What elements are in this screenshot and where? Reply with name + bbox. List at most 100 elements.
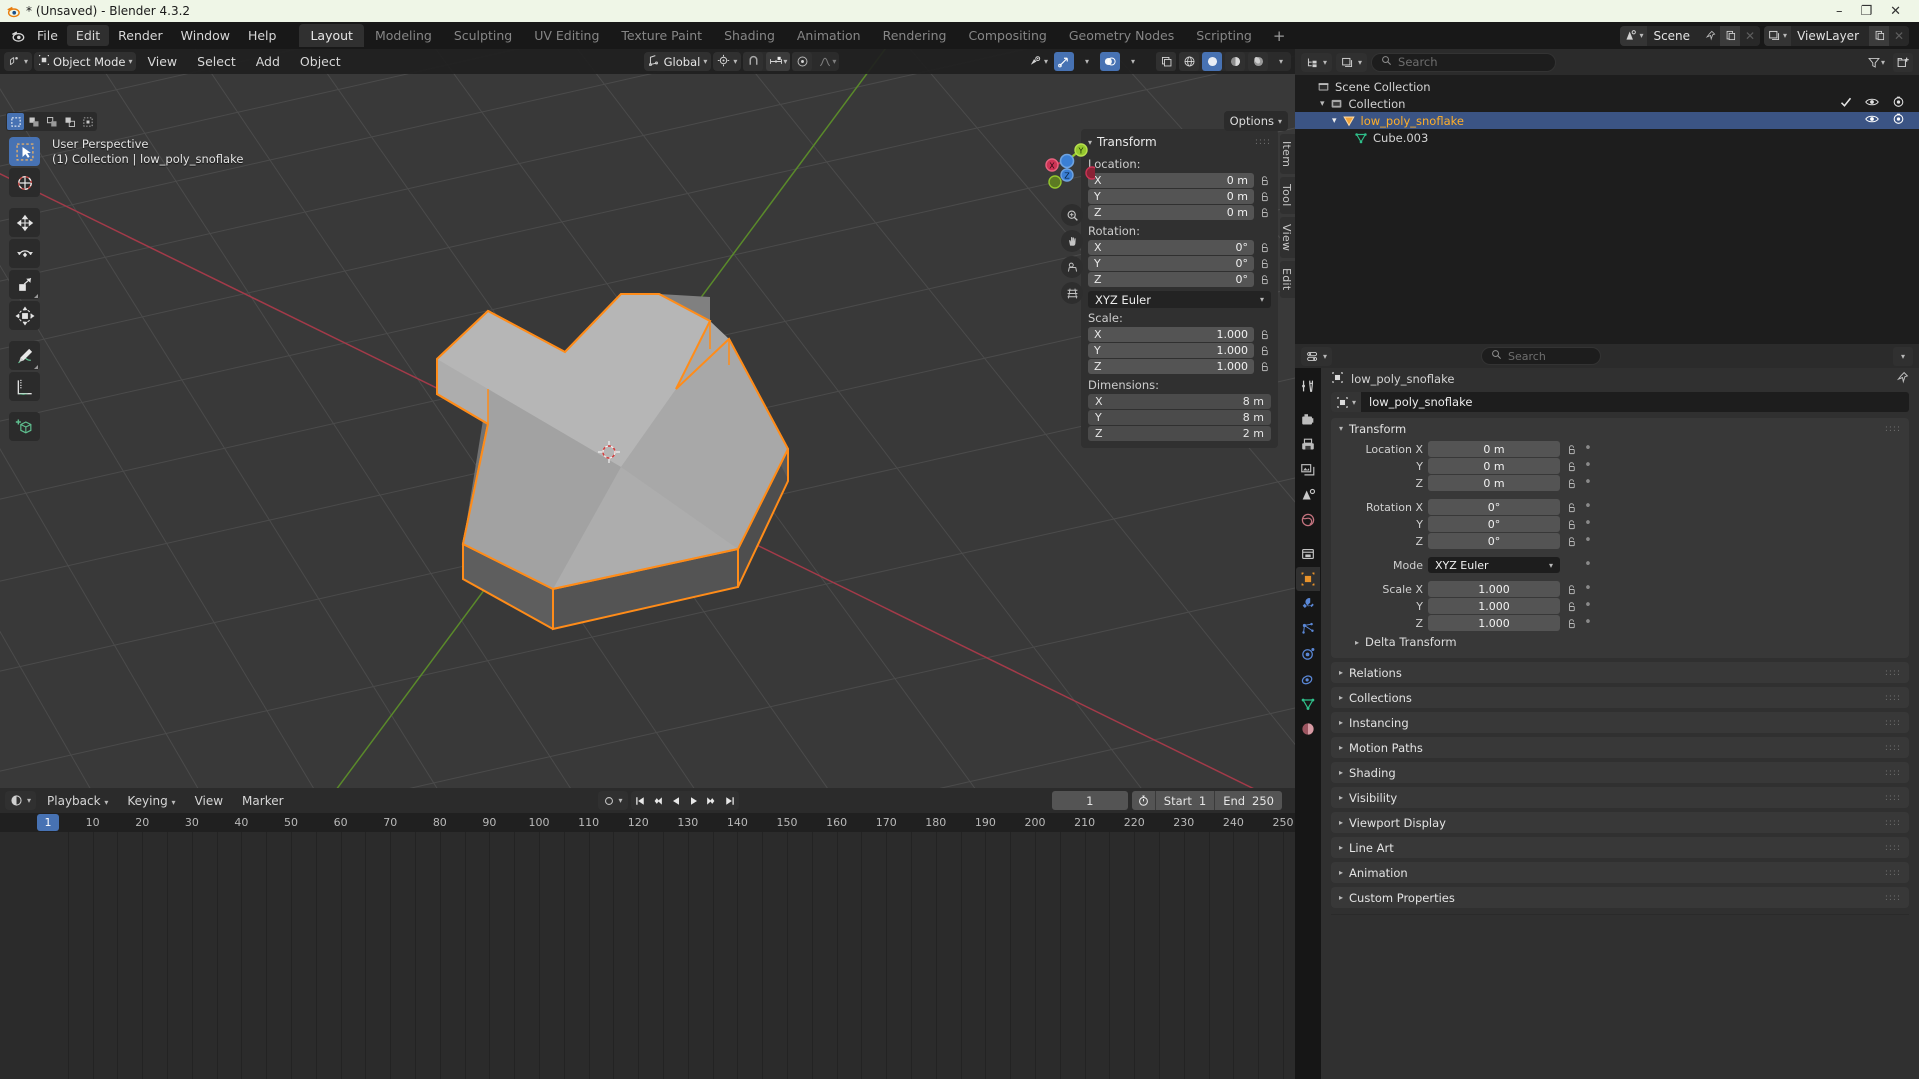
properties-search-input[interactable]: Search (1481, 347, 1601, 365)
lock-scale-z-icon[interactable] (1258, 360, 1271, 374)
camera-icon[interactable] (1892, 96, 1905, 111)
pan-hand-icon[interactable] (1061, 230, 1083, 252)
shading-solid-icon[interactable] (1202, 52, 1222, 71)
lock-icon[interactable] (1565, 444, 1578, 455)
tweak-tool[interactable] (9, 137, 40, 166)
lock-icon[interactable] (1565, 461, 1578, 472)
workspace-tab-scripting[interactable]: Scripting (1185, 24, 1263, 47)
rotation-z-field[interactable]: Z0° (1088, 272, 1254, 287)
lock-location-z-icon[interactable] (1258, 206, 1271, 220)
playhead-frame-badge[interactable]: 1 (37, 814, 59, 831)
workspace-tab-texture-paint[interactable]: Texture Paint (610, 24, 713, 47)
snap-increment-icon[interactable]: ▾ (766, 52, 790, 71)
stopwatch-icon[interactable] (1132, 791, 1155, 810)
prop-location-y-field[interactable]: 0 m (1428, 458, 1560, 474)
jump-end-icon[interactable] (721, 791, 739, 810)
properties-tab-output[interactable] (1296, 433, 1320, 457)
chevron-down-icon[interactable]: ▾ (1271, 52, 1291, 71)
drag-dots-icon[interactable]: :::: (1885, 768, 1901, 778)
transform-tool[interactable] (9, 301, 40, 330)
panel-custom-properties[interactable]: ▸ Custom Properties :::: (1331, 887, 1909, 908)
maximize-button[interactable]: ❐ (1860, 4, 1872, 19)
workspace-tab-geometry-nodes[interactable]: Geometry Nodes (1058, 24, 1185, 47)
timeline-body[interactable] (0, 832, 1295, 1079)
prop-rotation-mode-dropdown[interactable]: XYZ Euler▾ (1428, 557, 1560, 573)
menu-file[interactable]: File (28, 25, 67, 46)
rotation-mode-dropdown[interactable]: XYZ Euler ▾ (1088, 291, 1271, 308)
gizmo-icon[interactable] (1054, 52, 1074, 71)
lock-rotation-z-icon[interactable] (1258, 273, 1271, 287)
chevron-down-icon[interactable]: ▾ (1332, 116, 1337, 126)
properties-tab-particles[interactable] (1296, 617, 1320, 641)
lock-icon[interactable] (1565, 601, 1578, 612)
new-scene-icon[interactable] (1720, 26, 1740, 46)
mode-selector[interactable]: Object Mode ▾ (34, 52, 136, 71)
properties-tab-render[interactable] (1296, 408, 1320, 432)
properties-tab-scene[interactable] (1296, 483, 1320, 507)
drag-dots-icon[interactable]: :::: (1885, 868, 1901, 878)
smoothcurve-icon[interactable]: ▾ (815, 52, 839, 71)
select-mode-intersect-icon[interactable] (79, 113, 96, 130)
prop-scale-z-field[interactable]: 1.000 (1428, 615, 1560, 631)
shading-rendered-icon[interactable] (1248, 52, 1268, 71)
panel-motion-paths[interactable]: ▸ Motion Paths :::: (1331, 737, 1909, 758)
lock-location-x-icon[interactable] (1258, 174, 1271, 188)
animate-property-icon[interactable]: • (1583, 502, 1593, 512)
transform-orientation-selector[interactable]: Global ▾ (644, 52, 712, 71)
object-name-field[interactable]: ▾ low_poly_snoflake (1331, 392, 1909, 412)
properties-tab-data[interactable] (1296, 692, 1320, 716)
lock-icon[interactable] (1565, 502, 1578, 513)
lock-icon[interactable] (1565, 519, 1578, 530)
overlays-icon[interactable] (1100, 52, 1120, 71)
workspace-tab-compositing[interactable]: Compositing (957, 24, 1057, 47)
animate-property-icon[interactable]: • (1583, 618, 1593, 628)
panel-animation[interactable]: ▸ Animation :::: (1331, 862, 1909, 883)
drag-dots-icon[interactable]: :::: (1885, 668, 1901, 678)
animate-property-icon[interactable]: • (1583, 584, 1593, 594)
outliner-row-cube-003[interactable]: Cube.003 (1295, 129, 1919, 146)
editor-type-outliner-icon[interactable]: ▾ (1301, 53, 1332, 72)
shading-wireframe-icon[interactable] (1179, 52, 1199, 71)
next-keyframe-icon[interactable] (703, 791, 721, 810)
play-reverse-icon[interactable] (667, 791, 685, 810)
viewport-menu-select[interactable]: Select (188, 51, 245, 72)
timeline-ruler[interactable]: 1020304050607080901001101201301401501601… (0, 813, 1295, 832)
drag-dots-icon[interactable]: :::: (1885, 718, 1901, 728)
unlink-viewlayer-icon[interactable]: ✕ (1889, 26, 1909, 46)
menu-window[interactable]: Window (172, 25, 239, 46)
navigation-gizmo[interactable]: Y X Z (1037, 139, 1095, 197)
workspace-tab-sculpting[interactable]: Sculpting (443, 24, 523, 47)
prop-scale-x-field[interactable]: 1.000 (1428, 581, 1560, 597)
properties-tab-constraints[interactable] (1296, 667, 1320, 691)
minimize-button[interactable]: – (1836, 4, 1843, 19)
drag-dots-icon[interactable]: :::: (1885, 818, 1901, 828)
measure-tool[interactable] (9, 372, 40, 401)
panel-viewport-display[interactable]: ▸ Viewport Display :::: (1331, 812, 1909, 833)
timeline-menu-keying[interactable]: Keying ▾ (119, 791, 183, 811)
lock-rotation-x-icon[interactable] (1258, 241, 1271, 255)
drag-dots-icon[interactable]: :::: (1885, 793, 1901, 803)
add-cube-tool[interactable] (9, 412, 40, 441)
scale-y-field[interactable]: Y1.000 (1088, 343, 1254, 358)
workspace-tab-rendering[interactable]: Rendering (872, 24, 958, 47)
pin-icon[interactable] (1896, 371, 1909, 387)
timeline-menu-marker[interactable]: Marker (234, 791, 291, 811)
properties-tab-world[interactable] (1296, 508, 1320, 532)
panel-visibility[interactable]: ▸ Visibility :::: (1331, 787, 1909, 808)
editor-type-properties-icon[interactable]: ▾ (1301, 347, 1332, 366)
chevron-down-icon[interactable]: ▾ (1320, 99, 1325, 109)
select-mode-box-icon[interactable] (25, 113, 42, 130)
sidebar-tab-item[interactable]: Item (1280, 134, 1295, 174)
rotate-tool[interactable] (9, 239, 40, 268)
properties-tab-object[interactable] (1296, 567, 1320, 591)
camera-view-icon[interactable] (1061, 256, 1083, 278)
panel-delta-transform-header[interactable]: ▸ Delta Transform (1339, 632, 1901, 651)
workspace-tab-animation[interactable]: Animation (786, 24, 872, 47)
workspace-tab-uv-editing[interactable]: UV Editing (523, 24, 610, 47)
properties-tab-modifiers[interactable] (1296, 592, 1320, 616)
editor-type-3dview-icon[interactable]: ▾ (4, 52, 32, 71)
new-viewlayer-icon[interactable] (1869, 26, 1889, 46)
dimensions-x-field[interactable]: X8 m (1088, 394, 1271, 409)
panel-instancing[interactable]: ▸ Instancing :::: (1331, 712, 1909, 733)
workspace-tab-layout[interactable]: Layout (299, 24, 364, 47)
